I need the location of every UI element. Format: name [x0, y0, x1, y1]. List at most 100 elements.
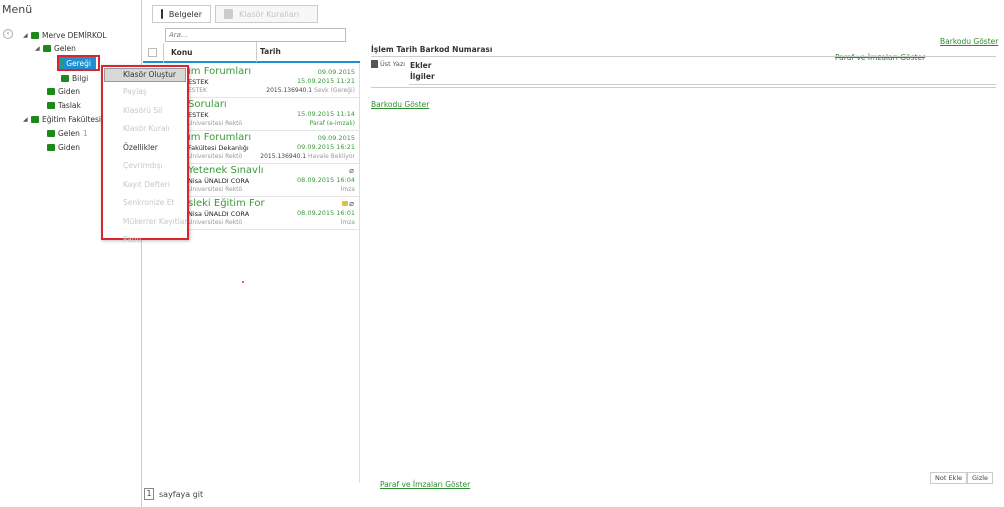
menu-item-cevrimdisi: Çevrimdışı: [123, 161, 163, 170]
divider: [409, 84, 996, 85]
select-all-checkbox[interactable]: [148, 47, 157, 57]
folder-icon: [61, 74, 69, 82]
doc-status: 2015.136940.1 Sevk (Gereği): [266, 87, 355, 94]
doc-number: 2015.136940.1: [266, 87, 313, 94]
tree-item-label: Merve DEMİRKOL: [42, 30, 107, 40]
tree-item-label: Gereği: [66, 58, 91, 68]
doc-status: İmza: [340, 186, 355, 193]
tree-item-label: Giden: [58, 86, 81, 96]
menu-item-pano: Pano: [123, 235, 142, 244]
column-tarih[interactable]: Tarih: [256, 42, 281, 62]
detail-header: İşlem Tarih Barkod Numarası: [371, 45, 493, 54]
doc-status: Paraf (e-imzalı): [309, 120, 355, 127]
barkodu-goster-link-top[interactable]: Barkodu Göster: [940, 37, 998, 46]
doc-status: 2015.136940.1 Havale Bekliyor: [260, 153, 355, 160]
context-menu: Klasör Oluştur Paylaş Klasörü Sil Klasör…: [101, 65, 189, 244]
menu-item-klasor-olustur[interactable]: Klasör Oluştur: [104, 68, 186, 82]
menu-item-kayit-defteri: Kayıt Defteri: [123, 179, 170, 189]
expand-caret-icon[interactable]: ◢: [23, 32, 31, 39]
ust-yazi-item[interactable]: Üst Yazı: [371, 60, 405, 68]
page-number-input[interactable]: 1: [144, 488, 154, 500]
menu-title: Menü: [2, 3, 33, 16]
doc-datetime: 08.09.2015 16:04: [296, 176, 355, 184]
note-tag-icon: ⌀: [342, 199, 354, 208]
doc-sender: Nisa ÜNALDI CORA: [188, 210, 250, 218]
doc-sender: ESTEK: [188, 111, 209, 119]
doc-org: ESTEK: [188, 87, 207, 94]
tree-item-fakulte-gelen[interactable]: Gelen 1: [47, 127, 88, 139]
menu-item-mukerrer-kayitlar: Mükerrer Kayıtlar: [123, 216, 187, 226]
tab-klasor-kurallari[interactable]: Klasör Kuralları: [215, 5, 318, 23]
divider: [371, 56, 996, 57]
tree-item-label: Bilgi: [72, 73, 89, 83]
doc-datetime: 15.09.2015 11:21: [296, 77, 355, 85]
folder-icon: [47, 143, 55, 151]
doc-title: Soruları: [188, 99, 227, 110]
tree-item-label: Taslak: [58, 100, 81, 110]
menu-item-senkronize-et: Senkronize Et: [123, 198, 175, 207]
tree-item-gelen[interactable]: ◢ Gelen: [35, 42, 76, 54]
list-header: Konu Tarih: [143, 42, 360, 63]
document-icon: [371, 60, 378, 68]
divider: [371, 87, 996, 88]
folder-icon: [43, 44, 51, 52]
column-konu[interactable]: Konu: [171, 48, 193, 57]
tab-label: Klasör Kuralları: [239, 9, 300, 19]
barkodu-goster-link[interactable]: Barkodu Göster: [371, 100, 429, 109]
doc-title: ım Forumları: [188, 132, 252, 143]
folder-icon: [61, 59, 64, 67]
tree-item-user[interactable]: ◢ Merve DEMİRKOL: [23, 29, 107, 41]
search-input[interactable]: [165, 28, 346, 42]
tree-item-fakulte-giden[interactable]: Giden: [47, 141, 80, 153]
doc-sender: Nisa ÜNALDI CORA: [188, 177, 250, 185]
doc-datetime: 09.09.2015 16:21: [296, 143, 355, 151]
doc-org: Üniversitesi Rektö: [188, 186, 243, 193]
paperclip-icon: ⌀: [349, 166, 354, 175]
tree-item-label: Gelen: [54, 43, 76, 53]
tree-item-label: Gelen: [58, 128, 80, 138]
doc-date: 09.09.2015: [317, 68, 355, 76]
tree-item-fakulte[interactable]: ◢ Eğitim Fakültesi: [23, 113, 101, 125]
collapse-sidebar-button[interactable]: ‹: [3, 29, 13, 39]
paraf-imzalar-link-top[interactable]: Paraf ve İmzaları Göster: [835, 53, 925, 62]
menu-item-klasor-kurali: Klasör Kuralı: [123, 124, 170, 133]
doc-status: İmza: [340, 219, 355, 226]
book-icon: [224, 9, 233, 19]
doc-title: ım Forumları: [188, 66, 252, 77]
folder-icon: [31, 31, 39, 39]
folder-icon: [47, 87, 55, 95]
doc-title: sleki Eğitim For: [188, 198, 265, 209]
doc-sender: ESTEK: [188, 78, 209, 86]
folder-icon: [31, 115, 39, 123]
tab-belgeler[interactable]: Belgeler: [152, 5, 211, 23]
doc-status-text: Havale Bekliyor: [308, 153, 355, 160]
ekler-label: Ekler: [410, 61, 432, 70]
not-ekle-button[interactable]: Not Ekle: [930, 472, 968, 484]
ust-yazi-label: Üst Yazı: [380, 60, 406, 68]
tree-item-geregi[interactable]: Gereği: [59, 57, 96, 69]
gizle-button[interactable]: Gizle: [967, 472, 994, 484]
doc-number: 2015.136940.1: [260, 153, 307, 160]
doc-org: Üniversitesi Rektö: [188, 219, 243, 226]
ilgiler-label: İlgiler: [410, 72, 435, 81]
pager: 1 sayfaya git: [144, 488, 203, 500]
doc-org: Üniversitesi Rektö: [188, 120, 243, 127]
goto-page-link[interactable]: sayfaya git: [159, 490, 203, 499]
tree-item-label: Giden: [58, 142, 81, 152]
doc-date: 09.09.2015: [317, 134, 355, 142]
tree-item-bilgi[interactable]: Bilgi: [61, 72, 88, 84]
doc-org: Üniversitesi Rektö: [188, 153, 243, 160]
doc-status-text: Sevk (Gereği): [314, 87, 355, 94]
tree-item-label: Eğitim Fakültesi: [42, 114, 102, 124]
tree-item-taslak[interactable]: Taslak: [47, 99, 81, 111]
paraf-imzalar-link[interactable]: Paraf ve İmzaları Göster: [380, 480, 470, 489]
tree-item-giden[interactable]: Giden: [47, 85, 80, 97]
expand-caret-icon[interactable]: ◢: [35, 45, 43, 52]
menu-item-ozellikler[interactable]: Özellikler: [103, 139, 187, 158]
cursor-marker: [242, 281, 244, 283]
book-icon: [161, 9, 163, 19]
doc-datetime: 08.09.2015 16:01: [296, 209, 355, 217]
column-divider: [163, 43, 164, 63]
menu-item-paylas: Paylaş: [123, 87, 147, 96]
expand-caret-icon[interactable]: ◢: [23, 116, 31, 123]
